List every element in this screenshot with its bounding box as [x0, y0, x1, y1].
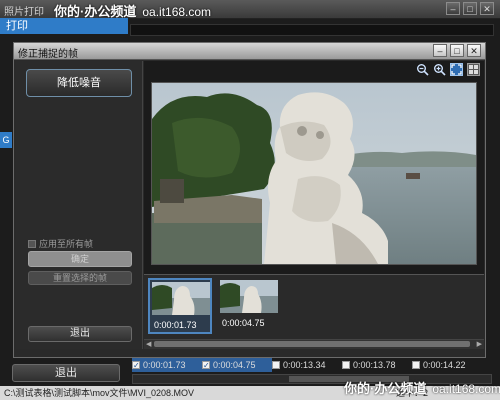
frame-checkbox[interactable] — [412, 361, 420, 369]
frame-item[interactable]: ✓ 0:00:01.73 — [132, 358, 202, 372]
frame-time: 0:00:13.78 — [353, 360, 396, 370]
dialog-titlebar[interactable]: 修正捕捉的帧 – □ ✕ — [14, 43, 485, 60]
thumbnail-strip: 0:00:01.73 0:00:04.75 — [144, 274, 484, 339]
scroll-left-icon[interactable]: ◀ — [146, 340, 151, 349]
thumbnail-item[interactable]: 0:00:01.73 — [148, 278, 212, 334]
thumbnail-scrollbar[interactable]: ◀ ▶ — [144, 339, 484, 349]
maximize-icon[interactable]: □ — [450, 44, 464, 57]
frame-checkbox[interactable]: ✓ — [202, 361, 210, 370]
print-menu-item[interactable]: 打印 — [0, 18, 128, 34]
frame-item[interactable]: 0:00:13.78 — [342, 358, 412, 372]
apply-all-checkbox[interactable] — [28, 239, 36, 248]
dialog-preview-panel: 0:00:01.73 0:00:04.75 ◀ ▶ — [144, 61, 484, 349]
zoom-out-icon[interactable] — [416, 63, 429, 76]
background-window-controls: – □ ✕ — [446, 2, 494, 15]
frame-time: 0:00:14.22 — [423, 360, 466, 370]
dialog-exit-button[interactable]: 退出 — [28, 326, 132, 342]
frame-checkbox[interactable] — [272, 361, 280, 369]
minimize-icon[interactable]: – — [446, 2, 460, 15]
thumbnail-image — [220, 280, 278, 313]
frame-list: ✓ 0:00:01.73 ✓ 0:00:04.75 0:00:13.34 0:0… — [132, 358, 492, 372]
close-icon[interactable]: ✕ — [467, 44, 481, 57]
dialog-window-controls: – □ ✕ — [433, 44, 481, 57]
thumbnail-image — [152, 282, 210, 315]
status-file-path: C:\测试表格\测试脚本\mov文件\MVI_0208.MOV — [4, 388, 195, 398]
background-exit-button[interactable]: 退出 — [12, 364, 120, 382]
watermark-text: 你的·办公频道 — [344, 381, 427, 396]
fit-window-icon[interactable] — [450, 63, 463, 76]
thumbnail-item[interactable]: 0:00:04.75 — [218, 278, 282, 334]
apply-all-frames-option[interactable]: 应用至所有帧 — [28, 237, 93, 250]
frame-time: 0:00:04.75 — [213, 360, 256, 370]
background-preview-strip — [130, 24, 494, 36]
background-titlebar: 照片打印 你的·办公频道 oa.it168.com – □ ✕ — [0, 0, 500, 19]
frame-item[interactable]: ✓ 0:00:04.75 — [202, 358, 272, 372]
frame-time: 0:00:01.73 — [143, 360, 186, 370]
watermark-text: 你的·办公频道 — [54, 4, 137, 19]
preview-toolbar — [416, 63, 480, 76]
watermark-url: oa.it168.com — [142, 5, 212, 19]
reset-selected-frames-button[interactable]: 重置选择的帧 — [28, 271, 132, 285]
close-icon[interactable]: ✕ — [480, 2, 494, 15]
scroll-right-icon[interactable]: ▶ — [477, 340, 482, 349]
background-window-title: 照片打印 — [4, 7, 44, 18]
grid-view-icon[interactable] — [467, 63, 480, 76]
watermark-url: oa.it168.com — [432, 382, 500, 396]
watermark-bottom: 你的·办公频道 oa.it168.com — [344, 378, 500, 397]
fix-captured-frames-dialog: 修正捕捉的帧 – □ ✕ 降低噪音 应用至所有帧 确定 重置选择的帧 退出 0:… — [13, 42, 486, 358]
thumbnail-timecode: 0:00:01.73 — [154, 320, 197, 330]
thumbnail-timecode: 0:00:04.75 — [222, 318, 265, 328]
dialog-title: 修正捕捉的帧 — [18, 49, 78, 60]
apply-all-label: 应用至所有帧 — [39, 239, 94, 249]
frame-checkbox[interactable] — [342, 361, 350, 369]
frame-checkbox[interactable]: ✓ — [132, 361, 140, 370]
frame-preview-image — [151, 82, 477, 265]
frame-time: 0:00:13.34 — [283, 360, 326, 370]
dialog-left-panel: 降低噪音 应用至所有帧 确定 重置选择的帧 退出 — [16, 61, 143, 349]
maximize-icon[interactable]: □ — [463, 2, 477, 15]
minimize-icon[interactable]: – — [433, 44, 447, 57]
frame-item[interactable]: 0:00:13.34 — [272, 358, 342, 372]
side-tab[interactable]: G — [0, 132, 12, 148]
scroll-thumb[interactable] — [154, 341, 470, 347]
reduce-noise-button[interactable]: 降低噪音 — [26, 69, 132, 97]
confirm-button[interactable]: 确定 — [28, 251, 132, 267]
frame-item[interactable]: 0:00:14.22 — [412, 358, 482, 372]
zoom-in-icon[interactable] — [433, 63, 446, 76]
